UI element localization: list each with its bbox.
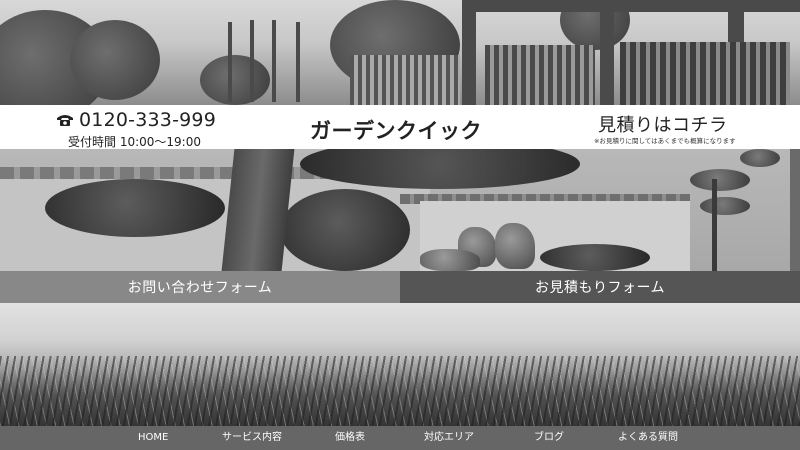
nav-item-faq[interactable]: よくある質問 bbox=[618, 426, 678, 450]
phone-block[interactable]: 0120-333-999 受付時間 10:00〜19:00 bbox=[56, 109, 216, 149]
business-hours: 受付時間 10:00〜19:00 bbox=[68, 135, 201, 149]
hero-photo-lawn bbox=[0, 303, 800, 426]
nav-item-services[interactable]: サービス内容 bbox=[222, 426, 282, 450]
hero-photo-japanese-garden bbox=[0, 149, 800, 271]
estimate-note: ※お見積りに関してはあくまでも概算になります bbox=[594, 137, 736, 145]
phone-icon bbox=[57, 115, 73, 126]
estimate-link[interactable]: 見積りはコチラ ※お見積りに関してはあくまでも概算になります bbox=[594, 111, 736, 145]
nav-item-price-list[interactable]: 価格表 bbox=[335, 426, 365, 450]
estimate-form-button[interactable]: お見積もりフォーム bbox=[400, 271, 800, 303]
nav-item-home[interactable]: HOME bbox=[138, 426, 168, 450]
nav-item-service-area[interactable]: 対応エリア bbox=[424, 426, 474, 450]
phone-number[interactable]: 0120-333-999 bbox=[79, 109, 216, 131]
contact-form-button[interactable]: お問い合わせフォーム bbox=[0, 271, 400, 303]
site-header: 0120-333-999 受付時間 10:00〜19:00 ガーデンクイック 見… bbox=[0, 105, 800, 149]
nav-item-blog[interactable]: ブログ bbox=[534, 426, 564, 450]
site-logo[interactable]: ガーデンクイック bbox=[310, 115, 482, 145]
main-nav: HOME サービス内容 価格表 対応エリア ブログ よくある質問 bbox=[0, 426, 800, 450]
hero-photo-rooftop-garden bbox=[0, 0, 800, 105]
estimate-title[interactable]: 見積りはコチラ bbox=[598, 111, 728, 137]
